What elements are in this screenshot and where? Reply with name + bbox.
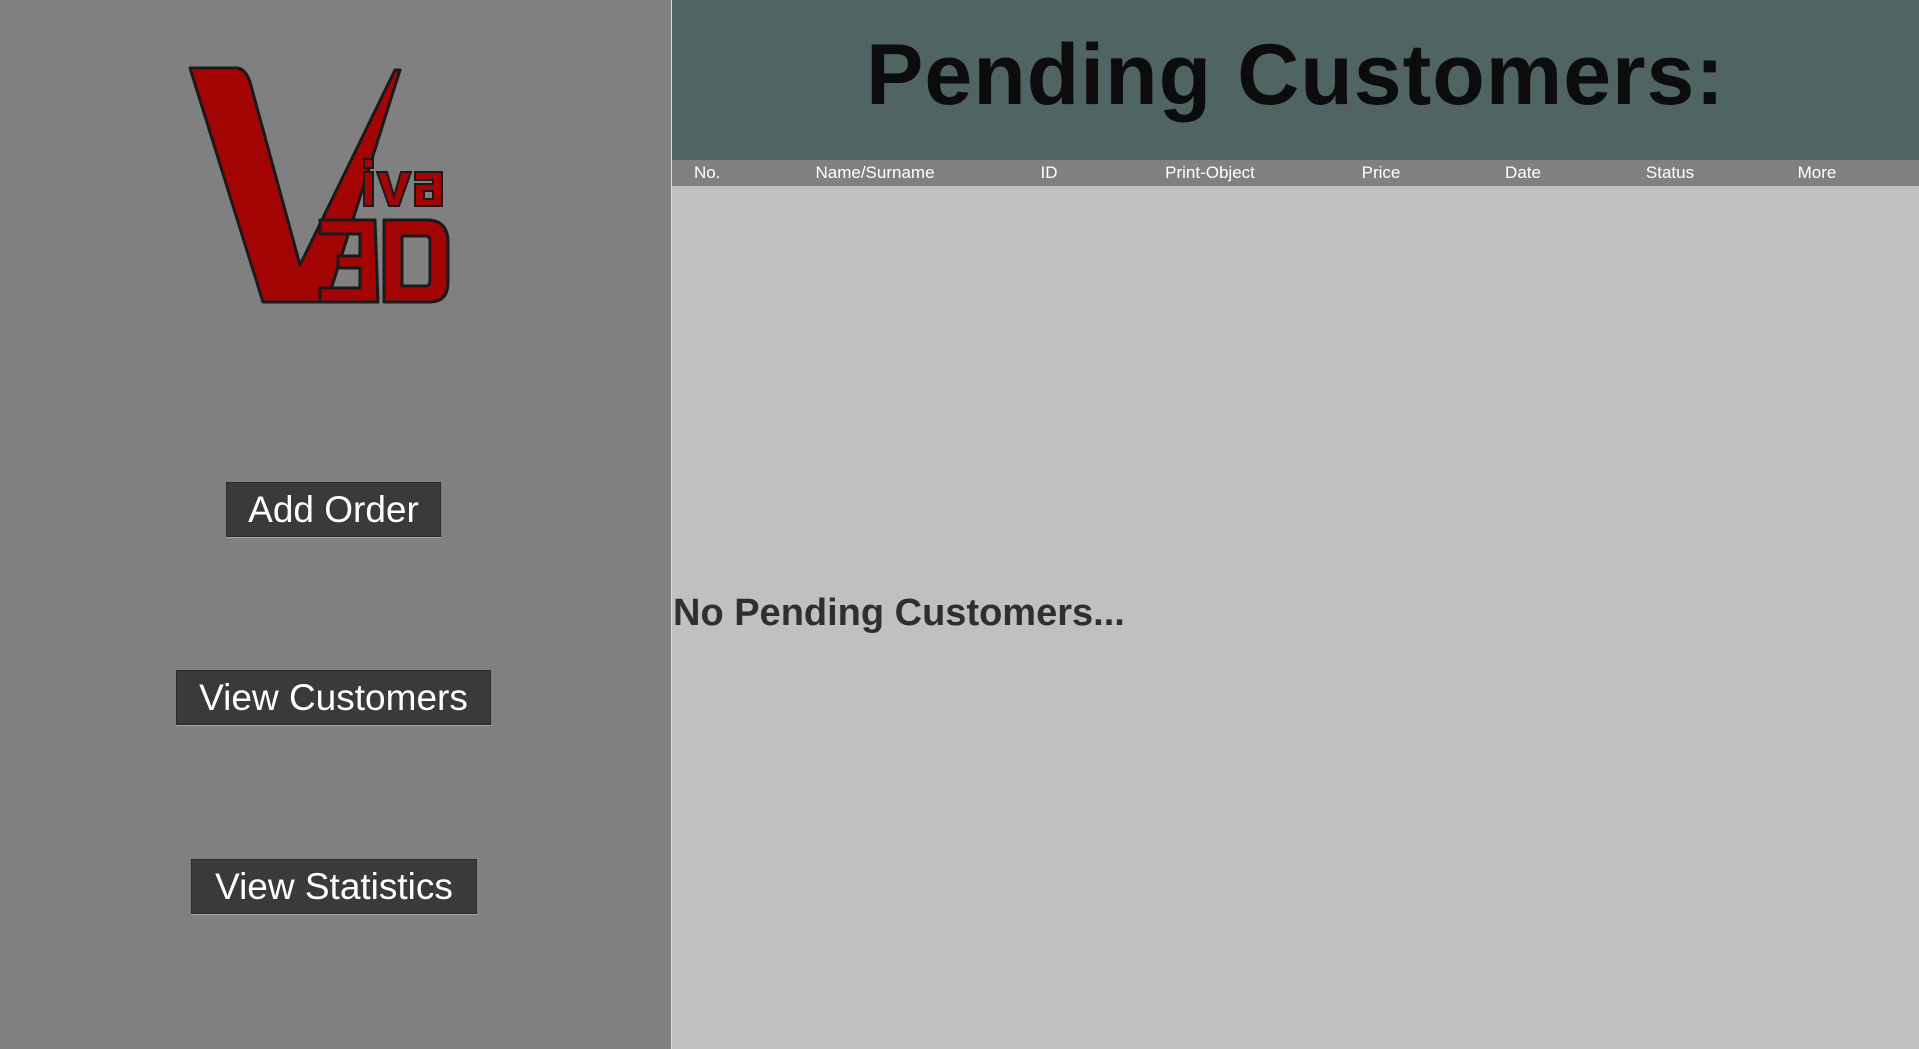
view-statistics-button[interactable]: View Statistics (191, 859, 477, 914)
page-header: Pending Customers: (672, 0, 1919, 160)
app-window: Add Order View Customers View Statistics… (0, 0, 1919, 1049)
column-header-date: Date (1505, 163, 1541, 182)
column-header-status: Status (1645, 163, 1695, 182)
view-customers-button[interactable]: View Customers (176, 670, 491, 725)
column-header-name-surname: Name/Surname (815, 163, 935, 182)
sidebar: Add Order View Customers View Statistics (0, 0, 671, 1049)
column-header-more: More (1797, 163, 1837, 182)
page-title: Pending Customers: (866, 26, 1725, 123)
column-header-no: No. (694, 163, 721, 182)
column-header-price: Price (1361, 163, 1401, 182)
table-header-row: No. Name/Surname ID Print-Object Price D… (672, 160, 1919, 186)
column-header-id: ID (1040, 163, 1058, 182)
column-header-print-object: Print-Object (1165, 163, 1255, 182)
add-order-button[interactable]: Add Order (226, 482, 441, 537)
viva3d-logo (180, 60, 470, 320)
empty-state-message: No Pending Customers... (673, 592, 1125, 634)
